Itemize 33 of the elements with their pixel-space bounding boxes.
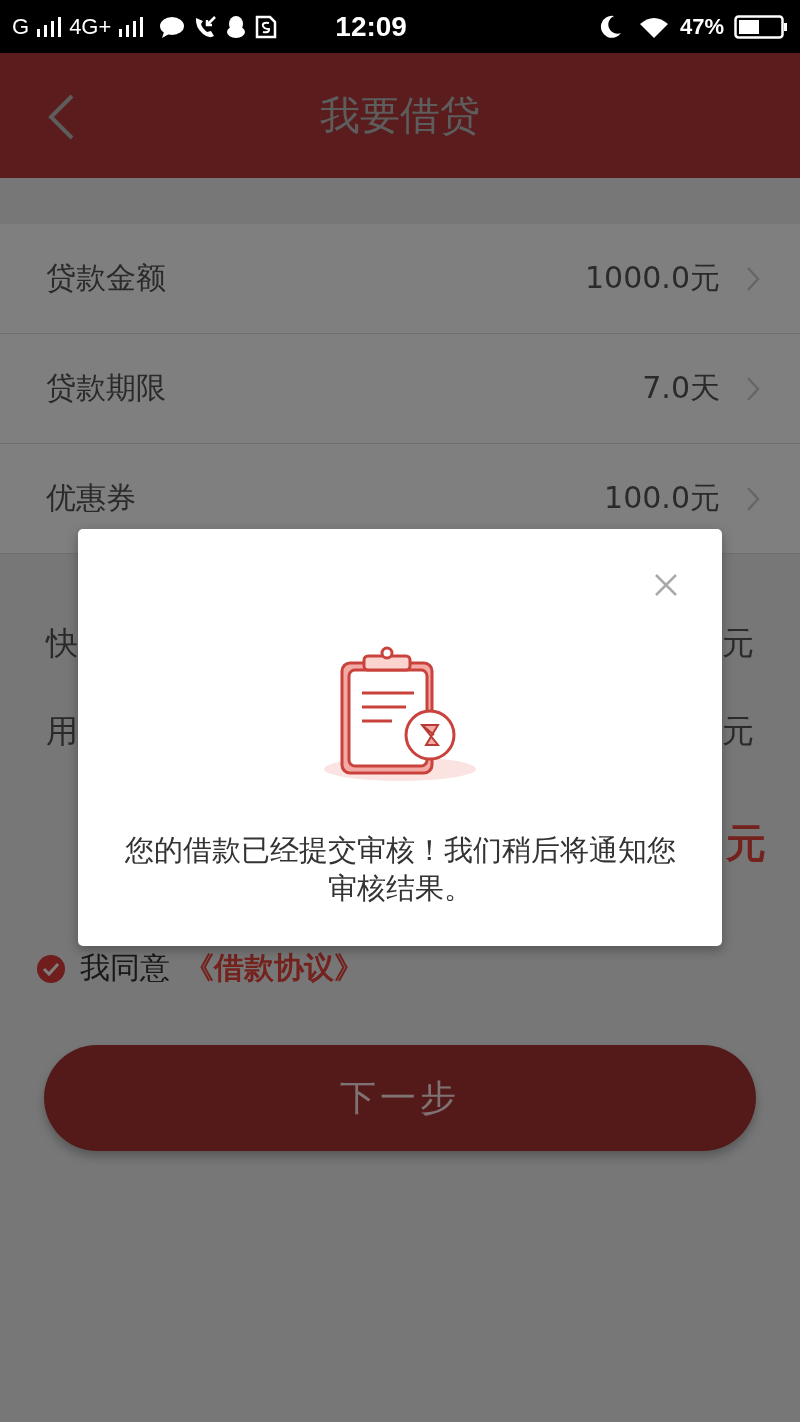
field-value: 100.0元 <box>604 479 720 517</box>
fee-value: 元 <box>722 711 754 752</box>
field-label: 贷款金额 <box>46 259 166 297</box>
sim-card-icon <box>255 14 278 39</box>
signal-icon <box>119 16 144 37</box>
total-amount: 元 <box>726 819 766 868</box>
clock-time: 12:09 <box>335 10 407 43</box>
page-title: 我要借贷 <box>320 91 480 140</box>
network-type: G <box>12 13 30 40</box>
penguin-icon <box>225 14 248 39</box>
moon-icon <box>599 14 622 39</box>
fee-label: 用 <box>46 711 78 752</box>
network-type: 4G+ <box>69 13 112 40</box>
signal-icon <box>37 16 62 37</box>
close-icon[interactable] <box>654 573 678 597</box>
chevron-right-icon[interactable] <box>746 265 760 292</box>
chevron-right-icon[interactable] <box>746 485 760 512</box>
checkbox[interactable] <box>36 953 66 984</box>
dialog-message: 您的借款已经提交审核！我们稍后将通知您审核结果。 <box>123 832 677 907</box>
phone-icon <box>193 14 218 39</box>
field-label: 贷款期限 <box>46 369 166 407</box>
next-step-button[interactable]: 下一步 <box>44 1045 756 1151</box>
agreement-text: 我同意 <box>80 949 170 987</box>
field-value: 1000.0元 <box>585 259 720 297</box>
battery-icon <box>734 14 788 39</box>
fee-label: 快 <box>46 623 78 664</box>
chevron-right-icon[interactable] <box>746 375 760 402</box>
field-label: 优惠券 <box>46 479 136 517</box>
battery-percentage: 47% <box>679 13 724 40</box>
chat-bubble-icon <box>159 15 186 38</box>
agreement-link[interactable]: 《借款协议》 <box>184 948 364 989</box>
field-value: 7.0天 <box>642 369 720 407</box>
fee-value: 元 <box>722 623 754 664</box>
